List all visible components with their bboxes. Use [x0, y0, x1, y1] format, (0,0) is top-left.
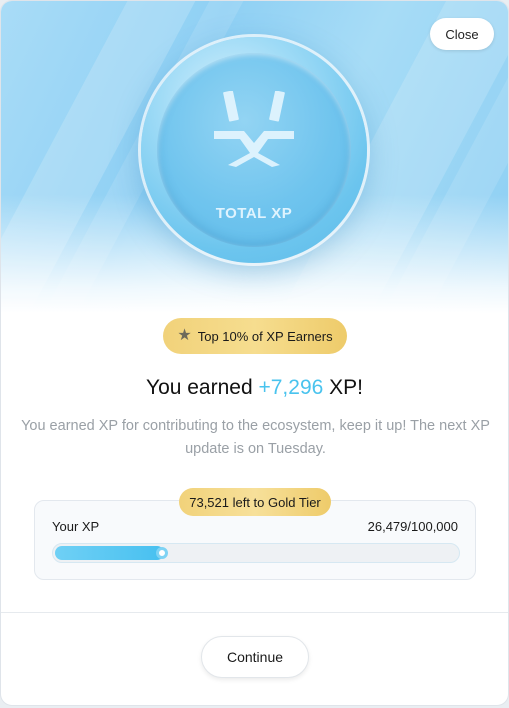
total-xp-coin: TOTAL XP	[141, 37, 367, 263]
xp-value: 26,479/100,000	[367, 519, 458, 534]
close-button[interactable]: Close	[430, 18, 494, 50]
coin-label: TOTAL XP	[215, 205, 293, 222]
footer-divider	[1, 612, 508, 613]
continue-button[interactable]: Continue	[201, 636, 309, 678]
earned-headline: You earned +7,296 XP!	[1, 376, 508, 400]
xp-progress-fill	[55, 546, 164, 560]
tier-remaining-pill: 73,521 left to Gold Tier	[179, 488, 331, 516]
star-icon: ★	[177, 327, 192, 344]
xp-progress-track	[52, 543, 460, 563]
xp-progress-knob	[156, 547, 168, 559]
description-text: You earned XP for contributing to the ec…	[21, 418, 490, 457]
rank-badge-label: Top 10% of XP Earners	[197, 328, 333, 344]
headline-suffix: XP!	[323, 376, 363, 399]
coin-face: TOTAL XP	[157, 53, 351, 247]
xp-logo-icon	[214, 91, 294, 167]
your-xp-label: Your XP	[52, 519, 100, 534]
xp-reward-modal: TOTAL XP Close ★ Top 10% of XP Earners Y…	[0, 0, 509, 706]
headline-prefix: You earned	[145, 376, 259, 399]
xp-gain-amount: +7,296	[258, 376, 324, 399]
hero-banner: TOTAL XP Close	[1, 1, 508, 313]
rank-badge: ★ Top 10% of XP Earners	[163, 318, 347, 354]
